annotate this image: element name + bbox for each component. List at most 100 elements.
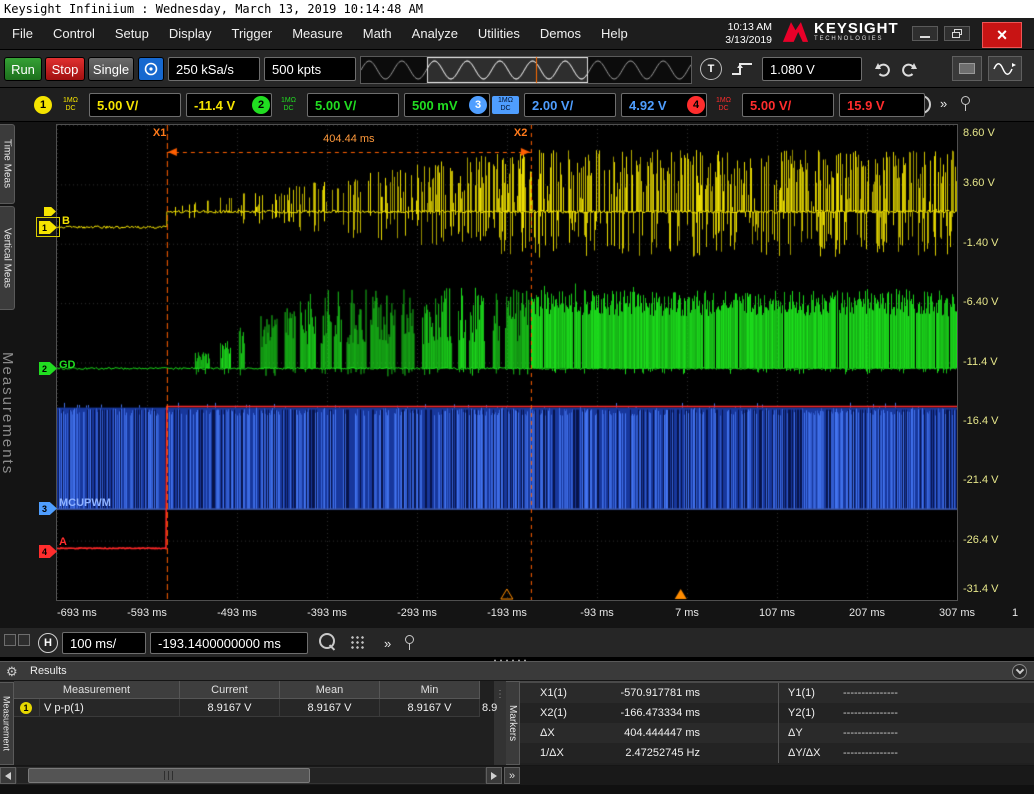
- x-axis-label: -693 ms: [57, 607, 97, 619]
- sample-rate-box[interactable]: 250 kSa/s: [168, 57, 260, 81]
- close-button[interactable]: ×: [982, 22, 1022, 48]
- menu-item-setup[interactable]: Setup: [105, 18, 159, 50]
- waveform-display[interactable]: [56, 124, 958, 601]
- x-axis-overflow-label: 1: [1012, 607, 1019, 619]
- channel-3-badge[interactable]: 3: [469, 96, 487, 114]
- trigger-level-box[interactable]: 1.080 V: [762, 57, 862, 81]
- scroll-left-button[interactable]: [0, 767, 16, 784]
- trigger-slope-icon[interactable]: [728, 58, 756, 80]
- measurements-watermark: Measurements: [0, 352, 16, 476]
- timebase-scale-box[interactable]: 100 ms/: [62, 632, 146, 654]
- trace-label-b: B: [62, 215, 70, 227]
- measurement-min-value: 8.9167 V: [380, 699, 480, 716]
- panel-icon-left-1[interactable]: [4, 634, 16, 646]
- channel-2-coupling-button[interactable]: 1MΩ DC: [275, 96, 302, 114]
- trace-label-gd: GD: [59, 359, 76, 371]
- horizontal-badge[interactable]: H: [38, 633, 58, 653]
- trace-label-mcupwm: MCUPWM: [59, 497, 111, 509]
- channel-2-scale-button[interactable]: 5.00 V/: [307, 93, 399, 117]
- trigger-badge[interactable]: T: [700, 58, 722, 80]
- autoscale-icon[interactable]: [988, 56, 1022, 81]
- results-mini-scrollbar[interactable]: ⋮: [494, 681, 506, 765]
- channel-4-badge[interactable]: 4: [687, 96, 705, 114]
- channel-2-coupling: DC: [283, 105, 294, 112]
- marker-x-value: -166.473334 ms: [620, 707, 701, 719]
- x-axis-label: -293 ms: [397, 607, 437, 619]
- run-button[interactable]: Run: [4, 57, 42, 81]
- stop-button[interactable]: Stop: [45, 57, 85, 81]
- y-axis-label: 8.60 V: [963, 127, 995, 139]
- channel-4-offset-button[interactable]: 15.9 V: [839, 93, 925, 117]
- redo-icon: [902, 63, 917, 77]
- markers-side-tab[interactable]: Markers: [506, 681, 520, 765]
- channel-3-block: 3 1MΩ DC 2.00 V/4.92 V: [469, 93, 707, 117]
- panel-drag-handle[interactable]: [492, 658, 528, 663]
- hbar-expand-chevrons[interactable]: »: [384, 637, 391, 650]
- acquisition-preview[interactable]: [360, 56, 692, 84]
- infiniium-app: Keysight Infiniium : Wednesday, March 13…: [0, 0, 1034, 794]
- channel-1-scale-button[interactable]: 5.00 V/: [89, 93, 181, 117]
- close-icon: ×: [996, 25, 1008, 45]
- panel-expand-button[interactable]: »: [504, 767, 520, 784]
- sidebar-tab-time-meas[interactable]: Time Meas: [0, 124, 15, 204]
- minimize-button[interactable]: [912, 26, 938, 41]
- marker-delta-label: 404.44 ms: [323, 133, 375, 145]
- measurement-index-badge: 1: [20, 701, 32, 714]
- measurement-side-tab[interactable]: Measurement: [0, 682, 14, 765]
- bottom-edge: [0, 785, 1034, 794]
- redo-button[interactable]: [898, 59, 920, 79]
- restore-button[interactable]: [944, 26, 970, 41]
- x-axis-label: 207 ms: [848, 607, 886, 619]
- menu-item-demos[interactable]: Demos: [530, 18, 591, 50]
- timebase-position-box[interactable]: -193.1400000000 ms: [150, 632, 308, 654]
- x-axis-label: -193 ms: [487, 607, 527, 619]
- results-title: Results: [30, 665, 67, 677]
- measurement-max-partial-value: 8.9: [482, 702, 498, 714]
- menu-item-control[interactable]: Control: [43, 18, 105, 50]
- y-axis-label: -6.40 V: [963, 296, 999, 309]
- menu-item-utilities[interactable]: Utilities: [468, 18, 530, 50]
- channel-4-scale-button[interactable]: 5.00 V/: [742, 93, 834, 117]
- grid-dots-icon: [350, 635, 365, 650]
- scroll-thumb[interactable]: [28, 768, 310, 783]
- results-table-row[interactable]: 1V p-p(1) 8.9167 V 8.9167 V 8.9167 V: [14, 699, 480, 717]
- menu-item-help[interactable]: Help: [591, 18, 638, 50]
- channel-bar-expand-chevrons[interactable]: »: [940, 96, 947, 111]
- channel-2-badge[interactable]: 2: [252, 96, 270, 114]
- menu-item-trigger[interactable]: Trigger: [221, 18, 282, 50]
- touch-toggle-button[interactable]: [138, 57, 164, 81]
- channel-2-impedance: 1MΩ: [281, 97, 296, 104]
- grid-dots-button[interactable]: [350, 635, 365, 650]
- memory-depth-box[interactable]: 500 kpts: [264, 57, 356, 81]
- menu-item-measure[interactable]: Measure: [282, 18, 353, 50]
- single-button[interactable]: Single: [88, 57, 134, 81]
- arrow-right-icon: [491, 771, 497, 780]
- channel-4-coupling-button[interactable]: 1MΩ DC: [710, 96, 737, 114]
- results-column-min: Min: [380, 681, 480, 699]
- panel-icon-left-2[interactable]: [18, 634, 30, 646]
- settings-gear-icon[interactable]: ⚙: [6, 664, 18, 680]
- scroll-right-button[interactable]: [486, 767, 502, 784]
- channel-1-badge[interactable]: 1: [34, 96, 52, 114]
- channel-1-coupling-button[interactable]: 1MΩ DC: [57, 96, 84, 114]
- collapse-results-button[interactable]: [1012, 664, 1027, 679]
- y-axis-label: -1.40 V: [963, 236, 999, 249]
- marker-y-label: ΔY/ΔX: [788, 747, 821, 759]
- x-axis-label: -493 ms: [217, 607, 257, 619]
- keysight-spark-icon: [782, 22, 809, 42]
- menu-item-file[interactable]: File: [2, 18, 43, 50]
- arrow-left-icon: [5, 771, 11, 780]
- channel-3-coupling-button[interactable]: 1MΩ DC: [492, 96, 519, 114]
- marker-result-row: X2(1) -166.473334 ms Y2(1) ---------------: [520, 703, 1034, 723]
- menu-item-display[interactable]: Display: [159, 18, 222, 50]
- x-axis-label: -393 ms: [307, 607, 347, 619]
- menu-item-math[interactable]: Math: [353, 18, 402, 50]
- marker-x-label: ΔX: [540, 727, 555, 739]
- channel-3-impedance: 1MΩ: [498, 97, 513, 104]
- channel-1-coupling: DC: [65, 105, 76, 112]
- sidebar-tab-vertical-meas[interactable]: Vertical Meas: [0, 206, 15, 310]
- menu-item-analyze[interactable]: Analyze: [402, 18, 468, 50]
- channel-3-scale-button[interactable]: 2.00 V/: [524, 93, 616, 117]
- undo-button[interactable]: [872, 59, 894, 79]
- display-mode-icon[interactable]: [952, 56, 982, 81]
